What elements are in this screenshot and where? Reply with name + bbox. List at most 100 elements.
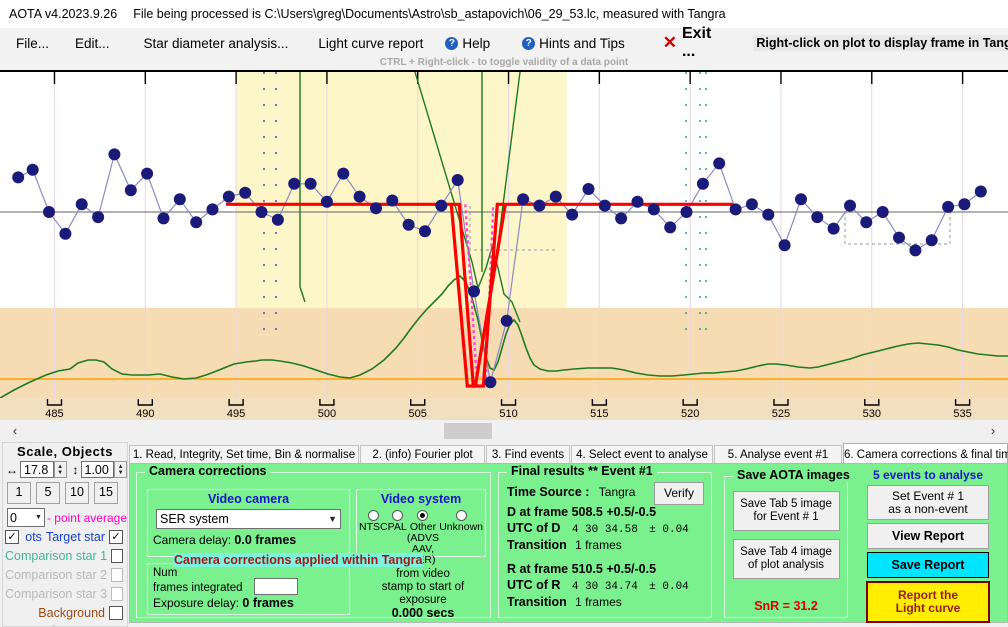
- object-row-target: ✓ ots Target star ✓: [3, 527, 127, 546]
- r-utc-value: 4 30 34.74: [571, 581, 638, 593]
- video-camera-group: Video camera SER system ▼ Camera delay: …: [147, 489, 350, 557]
- tab-select-event[interactable]: 4. Select event to analyse: [571, 445, 713, 464]
- svg-text:485: 485: [45, 408, 63, 420]
- r-transition-value: 1 frames: [575, 595, 622, 609]
- scale-objects-panel: Scale, Objects ↔ 17.8 ▲ ▼ ↕ 1.00 ▲ ▼ 1 5 1…: [2, 442, 128, 627]
- tab-read-integrity[interactable]: 1. Read, Integrity, Set time, Bin & norm…: [129, 445, 359, 464]
- report-light-curve-line-2: Light curve: [895, 601, 961, 615]
- snr-value: SnR = 31.2: [754, 599, 818, 613]
- video-system-label-unknown: Unknown: [439, 521, 483, 533]
- save-tab5-line-2: for Event # 1: [753, 511, 819, 523]
- report-light-curve-button[interactable]: Report the Light curve: [866, 581, 990, 623]
- r-transition-row: Transition 1 frames: [507, 595, 711, 609]
- object-checkbox-comparison-2[interactable]: [111, 567, 123, 582]
- object-checkbox-target[interactable]: ✓: [109, 529, 123, 544]
- final-results-group: Final results ** Event #1 Verify Time So…: [498, 464, 712, 618]
- menu-exit[interactable]: ✕ Exit ...: [663, 25, 712, 61]
- video-system-title: Video system: [380, 492, 462, 506]
- scale-objects-title: Scale, Objects: [17, 444, 113, 459]
- point-average-value: 0: [10, 510, 17, 525]
- tab-fourier-plot[interactable]: 2. (info) Fourier plot: [360, 445, 485, 464]
- menu-light-curve-report[interactable]: Light curve report: [318, 36, 423, 51]
- camera-delay-label: Camera delay:: [153, 533, 232, 547]
- vertical-scale-input[interactable]: 1.00: [80, 461, 115, 478]
- radio-icon: [391, 510, 403, 521]
- tab-find-events[interactable]: 3. Find events: [486, 445, 570, 464]
- video-system-label-pal: PAL: [387, 521, 407, 533]
- radio-icon: [367, 510, 379, 521]
- verify-button[interactable]: Verify: [654, 482, 704, 505]
- chevron-down-icon: ▼: [328, 514, 337, 524]
- points-checkbox[interactable]: ✓: [5, 529, 19, 544]
- object-row-comparison-1: Comparison star 1: [3, 546, 127, 565]
- video-camera-value: SER system: [160, 512, 229, 526]
- bin-button-5[interactable]: 5: [36, 482, 60, 504]
- d-transition-value: 1 frames: [575, 538, 622, 552]
- processed-file-label: File being processed is C:\Users\greg\Do…: [133, 7, 726, 21]
- video-camera-select[interactable]: SER system ▼: [156, 509, 341, 529]
- bin-button-10[interactable]: 10: [65, 482, 89, 504]
- r-frame-row: R at frame 510.5 +0.5/-0.5: [507, 562, 711, 576]
- svg-text:510: 510: [499, 408, 517, 420]
- object-label-comparison-2: Comparison star 2: [5, 567, 108, 582]
- menu-star-diameter-analysis[interactable]: Star diameter analysis...: [144, 36, 289, 51]
- scroll-left-arrow[interactable]: ‹: [6, 422, 24, 440]
- video-system-group: Video system NTSC PAL Other (ADVS AAV, U…: [356, 489, 486, 566]
- menu-hints-label: Hints and Tips: [539, 35, 625, 51]
- menu-help[interactable]: ? Help: [445, 36, 490, 51]
- svg-text:525: 525: [772, 408, 790, 420]
- x-axis-svg: 485 490 495 500 505 510 515 520 525 530 535: [45, 399, 972, 420]
- light-curve-svg[interactable]: [0, 72, 1008, 400]
- video-camera-title: Video camera: [207, 492, 290, 506]
- save-report-button[interactable]: Save Report: [867, 552, 989, 578]
- svg-text:520: 520: [681, 408, 699, 420]
- tab-camera-corrections[interactable]: 6. Camera corrections & final times Even…: [843, 443, 1008, 465]
- object-row-comparison-2: Comparison star 2: [3, 565, 127, 584]
- save-tab5-image-button[interactable]: Save Tab 5 image for Event # 1: [732, 491, 840, 531]
- app-version-label: AOTA v4.2023.9.26: [9, 7, 118, 21]
- vertical-scale-spinner[interactable]: ▲ ▼: [114, 461, 127, 478]
- bin-button-1[interactable]: 1: [7, 482, 31, 504]
- menu-hints-and-tips[interactable]: ? Hints and Tips: [522, 36, 625, 51]
- svg-text:505: 505: [409, 408, 427, 420]
- d-transition-label: Transition: [507, 538, 567, 552]
- radio-icon: [455, 510, 467, 521]
- bin-buttons-row: 1 5 10 15: [7, 482, 127, 504]
- num-frames-input[interactable]: [254, 578, 298, 595]
- d-frame-row: D at frame 508.5 +0.5/-0.5: [507, 505, 711, 519]
- scroll-thumb[interactable]: [444, 423, 492, 439]
- point-average-row: 0 ▼ - point average: [7, 508, 127, 527]
- video-system-option-unknown[interactable]: Unknown: [439, 510, 483, 566]
- object-checkbox-comparison-1[interactable]: [111, 548, 123, 563]
- radio-selected-icon: [417, 510, 429, 521]
- bin-button-15[interactable]: 15: [94, 482, 118, 504]
- object-checkbox-background[interactable]: [109, 605, 123, 620]
- save-tab4-line-2: of plot analysis: [747, 559, 825, 571]
- scroll-right-arrow[interactable]: ›: [984, 422, 1002, 440]
- num-frames-group: Num frames integrated Exposure delay: 0 …: [147, 563, 350, 615]
- r-utc-row: UTC of R 4 30 34.74 ± 0.04: [507, 578, 711, 593]
- horizontal-scale-input[interactable]: 17.8: [20, 461, 54, 478]
- set-non-event-button[interactable]: Set Event # 1 as a non-event: [867, 485, 989, 520]
- d-utc-value: 4 30 34.58: [571, 524, 638, 536]
- point-average-label: - point average: [46, 510, 127, 525]
- object-checkbox-comparison-3[interactable]: [111, 586, 123, 601]
- tab-analyse-event[interactable]: 5. Analyse event #1: [714, 445, 842, 464]
- menu-file[interactable]: File...: [16, 36, 49, 51]
- plot-horizontal-scrollbar[interactable]: ‹ ›: [0, 420, 1008, 442]
- horizontal-scale-spinner[interactable]: ▲ ▼: [53, 461, 67, 478]
- title-bar: AOTA v4.2023.9.26 File being processed i…: [0, 0, 1008, 29]
- svg-text:495: 495: [227, 408, 245, 420]
- save-tab4-image-button[interactable]: Save Tab 4 image of plot analysis: [732, 539, 840, 579]
- chevron-down-icon: ▼: [35, 514, 42, 521]
- menu-edit[interactable]: Edit...: [75, 36, 110, 51]
- final-results-legend: Final results ** Event #1: [507, 464, 657, 478]
- set-non-event-line-2: as a non-event: [888, 501, 968, 516]
- point-average-select[interactable]: 0 ▼: [7, 508, 45, 527]
- save-tab5-line-1: Save Tab 5 image: [740, 498, 832, 510]
- menu-help-label: Help: [462, 35, 491, 51]
- light-curve-plot[interactable]: [0, 70, 1008, 402]
- vertical-arrow-icon: ↕: [72, 462, 79, 477]
- view-report-button[interactable]: View Report: [867, 523, 989, 549]
- svg-text:535: 535: [953, 408, 971, 420]
